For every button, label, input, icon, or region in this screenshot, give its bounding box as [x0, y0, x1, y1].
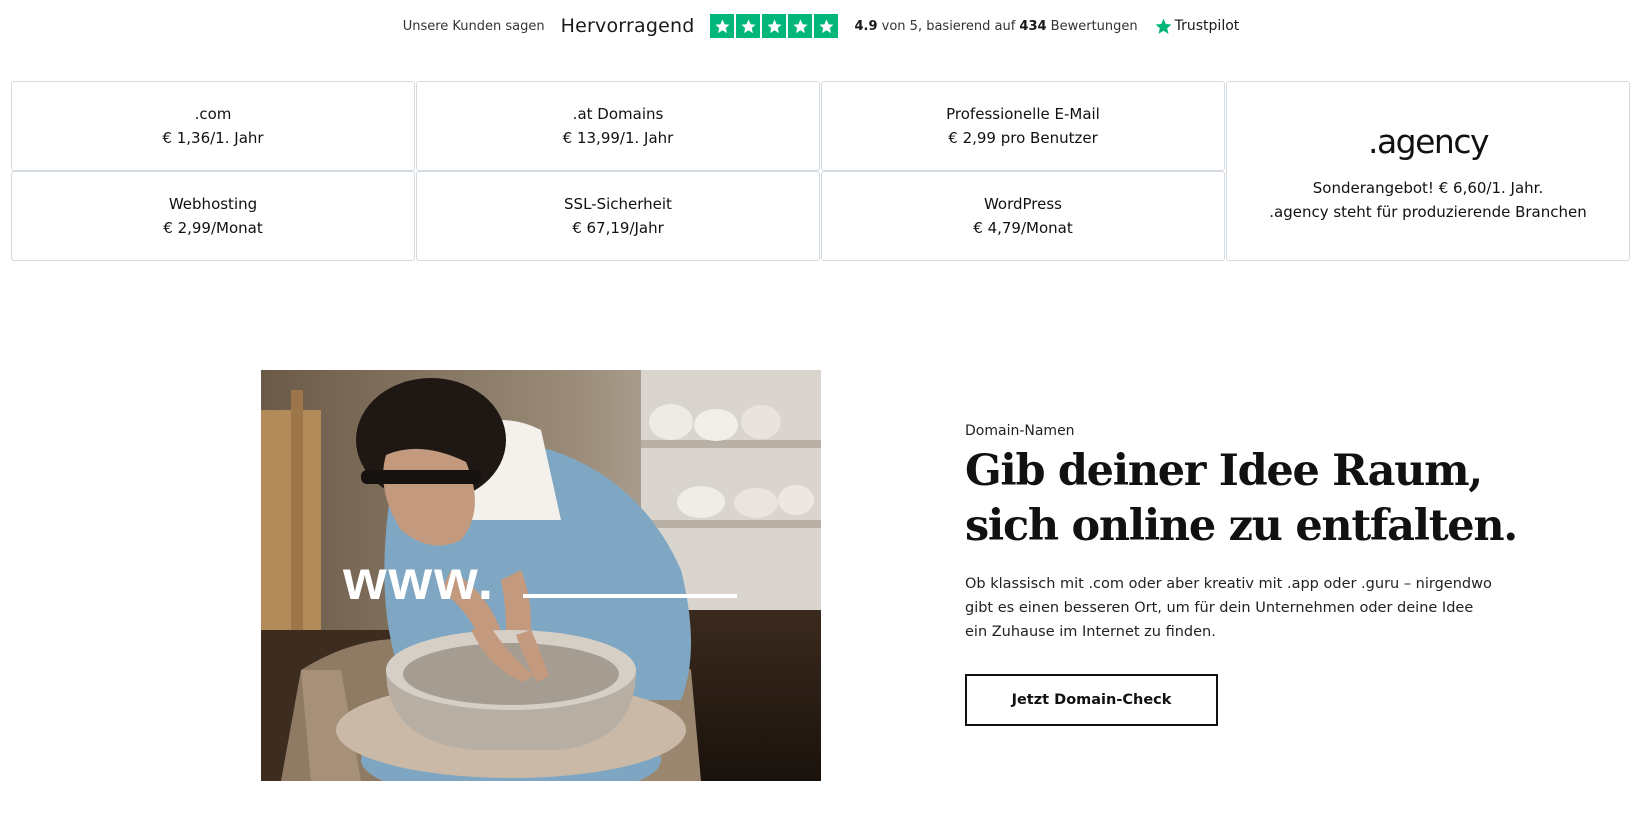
star-icon	[710, 14, 735, 38]
product-price: € 1,36/1. Jahr	[162, 129, 264, 147]
trustpilot-stars[interactable]	[710, 14, 839, 38]
product-card-ssl[interactable]: SSL-Sicherheit € 67,19/Jahr	[416, 171, 820, 261]
trustpilot-score-value: 4.9	[854, 18, 878, 34]
product-price: € 4,79/Monat	[973, 219, 1073, 237]
product-card-webhosting[interactable]: Webhosting € 2,99/Monat	[11, 171, 415, 261]
trustpilot-rating-word: Hervorragend	[560, 15, 695, 37]
www-overlay-underline	[523, 594, 737, 598]
www-overlay-text: www.	[343, 548, 496, 611]
product-card-agency[interactable]: .agency Sonderangebot! € 6,60/1. Jahr. .…	[1226, 81, 1630, 261]
trustpilot-intro: Unsere Kunden sagen	[402, 18, 545, 34]
star-icon	[788, 14, 813, 38]
trustpilot-star-icon	[1154, 17, 1173, 36]
section-body: Ob klassisch mit .com oder aber kreativ …	[965, 576, 1492, 640]
trustpilot-logo[interactable]: Trustpilot	[1154, 17, 1240, 36]
section-headline: Gib deiner Idee Raum, sich online zu ent…	[965, 444, 1525, 554]
star-icon	[814, 14, 839, 38]
agency-logo: .agency	[1367, 122, 1490, 161]
product-title: .com	[194, 105, 232, 123]
product-card-email[interactable]: Professionelle E-Mail € 2,99 pro Benutze…	[821, 81, 1225, 171]
product-title: Webhosting	[168, 195, 258, 213]
pottery-photo: www.	[261, 370, 821, 781]
domain-check-button[interactable]: Jetzt Domain-Check	[965, 674, 1218, 726]
product-title: SSL-Sicherheit	[564, 195, 672, 213]
product-grid: .com € 1,36/1. Jahr .at Domains € 13,99/…	[11, 81, 1632, 261]
trustpilot-bar: Unsere Kunden sagen Hervorragend 4.9 von…	[0, 10, 1642, 42]
product-title: .at Domains	[572, 105, 664, 123]
headline-line-2: sich online zu entfalten.	[965, 501, 1518, 551]
section-eyebrow: Domain-Namen	[965, 423, 1075, 439]
star-icon	[736, 14, 761, 38]
product-price: € 2,99 pro Benutzer	[948, 129, 1098, 147]
trustpilot-score[interactable]: 4.9 von 5, basierend auf 434 Bewertungen	[854, 19, 1137, 34]
trustpilot-review-count: 434	[1019, 18, 1047, 34]
agency-offer: Sonderangebot! € 6,60/1. Jahr.	[1312, 179, 1544, 197]
headline-line-1: Gib deiner Idee Raum,	[965, 446, 1483, 496]
trustpilot-score-middle: von 5, basierend auf	[877, 18, 1020, 34]
trustpilot-brand-name: Trustpilot	[1174, 18, 1240, 34]
product-card-at-domains[interactable]: .at Domains € 13,99/1. Jahr	[416, 81, 820, 171]
agency-description: .agency steht für produzierende Branchen	[1269, 203, 1587, 221]
product-price: € 13,99/1. Jahr	[562, 129, 674, 147]
domain-section: Domain-Namen Gib deiner Idee Raum, sich …	[965, 420, 1525, 726]
star-icon	[762, 14, 787, 38]
product-card-com[interactable]: .com € 1,36/1. Jahr	[11, 81, 415, 171]
product-title: WordPress	[983, 195, 1063, 213]
product-title: Professionelle E-Mail	[946, 105, 1100, 123]
product-card-wordpress[interactable]: WordPress € 4,79/Monat	[821, 171, 1225, 261]
trustpilot-review-suffix: Bewertungen	[1046, 18, 1138, 34]
product-price: € 67,19/Jahr	[572, 219, 664, 237]
product-price: € 2,99/Monat	[163, 219, 263, 237]
